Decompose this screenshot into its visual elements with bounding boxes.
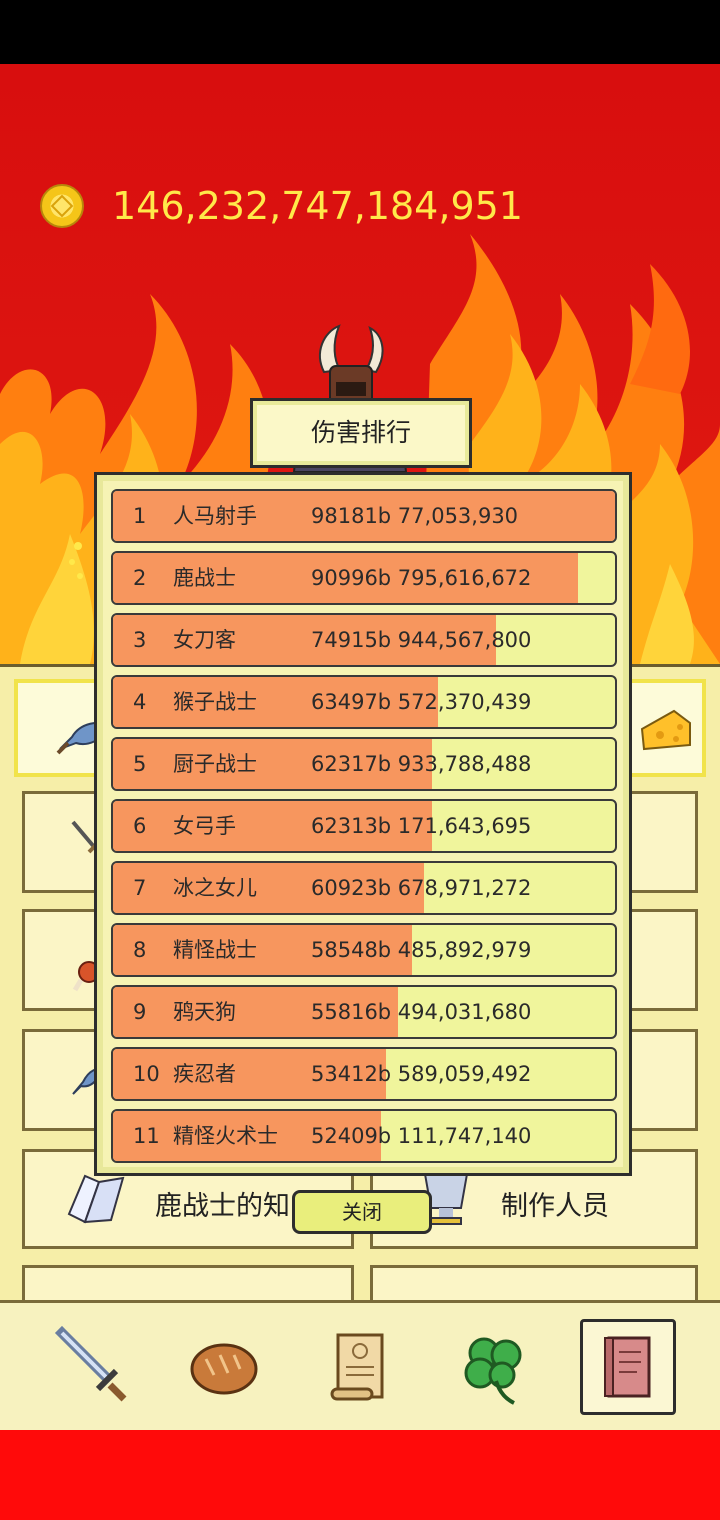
ranking-row: 8 精怪战士 58548b 485,892,979 xyxy=(111,923,617,977)
rank-number: 5 xyxy=(133,752,147,776)
cheese-icon xyxy=(640,709,691,751)
rank-number: 7 xyxy=(133,876,147,900)
damage-value: 74915b 944,567,800 xyxy=(311,628,532,652)
hero-name: 精怪火术士 xyxy=(173,1124,278,1148)
ranking-row: 7 冰之女儿 60923b 678,971,272 xyxy=(111,861,617,915)
hero-name: 鹿战士 xyxy=(173,566,236,590)
ranking-row: 11 精怪火术士 52409b 111,747,140 xyxy=(111,1109,617,1163)
damage-value: 53412b 589,059,492 xyxy=(311,1062,532,1086)
bread-icon xyxy=(190,1343,258,1395)
damage-value: 55816b 494,031,680 xyxy=(311,1000,532,1024)
ranking-row: 2 鹿战士 90996b 795,616,672 xyxy=(111,551,617,605)
rank-number: 11 xyxy=(133,1124,160,1148)
rank-number: 10 xyxy=(133,1062,160,1086)
rank-number: 8 xyxy=(133,938,147,962)
ranking-row: 1 人马射手 98181b 77,053,930 xyxy=(111,489,617,543)
gold-amount: 146,232,747,184,951 xyxy=(112,184,523,228)
ranking-title-box: 伤害排行 xyxy=(250,398,472,468)
ranking-row: 10 疾忍者 53412b 589,059,492 xyxy=(111,1047,617,1101)
damage-value: 90996b 795,616,672 xyxy=(311,566,532,590)
nav-weapon-button[interactable] xyxy=(44,1319,140,1415)
clover-icon xyxy=(464,1337,522,1405)
hero-name: 猴子战士 xyxy=(173,690,257,714)
ranking-row: 5 厨子战士 62317b 933,788,488 xyxy=(111,737,617,791)
hero-name: 女刀客 xyxy=(173,628,236,652)
rank-number: 1 xyxy=(133,504,147,528)
hero-name: 厨子战士 xyxy=(173,752,257,776)
hero-name: 精怪战士 xyxy=(173,938,257,962)
ranking-panel: 1 人马射手 98181b 77,053,930 2 鹿战士 90996b 795,616… xyxy=(94,472,632,1176)
rank-number: 3 xyxy=(133,628,147,652)
damage-value: 60923b 678,971,272 xyxy=(311,876,532,900)
damage-value: 98181b 77,053,930 xyxy=(311,504,519,528)
status-bar xyxy=(0,0,720,64)
rank-number: 9 xyxy=(133,1000,147,1024)
ranking-row: 4 猴子战士 63497b 572,370,439 xyxy=(111,675,617,729)
scroll-icon xyxy=(330,1333,384,1401)
ranking-row: 9 鸦天狗 55816b 494,031,680 xyxy=(111,985,617,1039)
nav-book-button[interactable] xyxy=(580,1319,676,1415)
hero-name: 女弓手 xyxy=(173,814,236,838)
hero-name: 冰之女儿 xyxy=(173,876,257,900)
damage-value: 63497b 572,370,439 xyxy=(311,690,532,714)
damage-value: 52409b 111,747,140 xyxy=(311,1124,532,1148)
gold-coin-icon xyxy=(40,184,84,228)
rank-number: 2 xyxy=(133,566,147,590)
sword-icon xyxy=(54,1325,127,1402)
ranking-row: 3 女刀客 74915b 944,567,800 xyxy=(111,613,617,667)
knowledge-label: 鹿战士的知 xyxy=(155,1191,290,1222)
hero-name: 人马射手 xyxy=(173,504,257,528)
damage-value: 62317b 933,788,488 xyxy=(311,752,532,776)
bottom-nav xyxy=(0,1300,720,1430)
rank-number: 4 xyxy=(133,690,147,714)
bottom-background xyxy=(0,1430,720,1520)
close-button[interactable]: 关闭 xyxy=(292,1190,432,1234)
ranking-row: 6 女弓手 62313b 171,643,695 xyxy=(111,799,617,853)
nav-scroll-button[interactable] xyxy=(312,1319,408,1415)
hero-name: 疾忍者 xyxy=(173,1062,236,1086)
nav-food-button[interactable] xyxy=(176,1319,272,1415)
open-book-icon xyxy=(67,1174,125,1224)
book-icon xyxy=(604,1336,651,1398)
nav-luck-button[interactable] xyxy=(446,1319,542,1415)
damage-value: 58548b 485,892,979 xyxy=(311,938,532,962)
credits-label: 制作人员 xyxy=(501,1191,609,1222)
hero-name: 鸦天狗 xyxy=(173,1000,236,1024)
damage-value: 62313b 171,643,695 xyxy=(311,814,532,838)
rank-number: 6 xyxy=(133,814,147,838)
ranking-title: 伤害排行 xyxy=(310,418,411,447)
